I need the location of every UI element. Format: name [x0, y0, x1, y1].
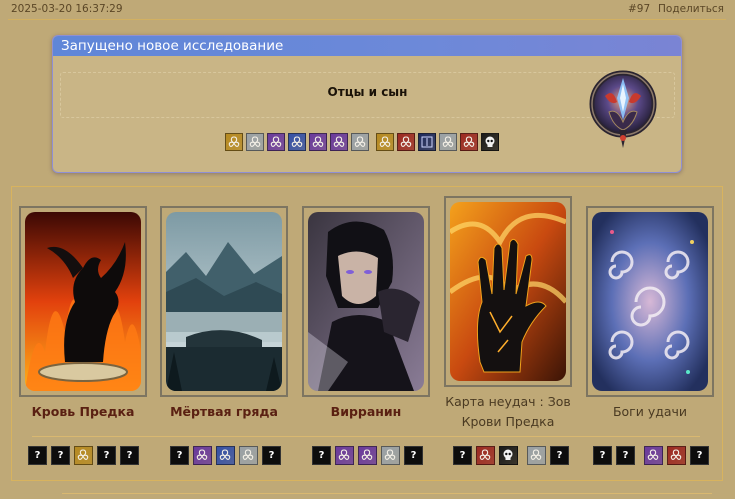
panel-title: Запущено новое исследование [53, 36, 681, 56]
silver-knot-icon[interactable] [439, 133, 457, 151]
card-icon-row: ???? [28, 446, 143, 465]
skull-icon[interactable] [499, 446, 518, 465]
black-dragon-fire-art [25, 212, 141, 391]
post-header: 2025-03-20 16:37:29 #97 Поделиться [0, 0, 735, 20]
card-image-mountains[interactable] [160, 206, 288, 397]
unknown-requirement-icon[interactable]: ? [170, 446, 189, 465]
burning-hand-art [450, 202, 566, 381]
unknown-requirement-icon[interactable]: ? [120, 446, 139, 465]
purple-knot-icon[interactable] [309, 133, 327, 151]
card-name-line1: Карта неудач : Зов [445, 394, 571, 409]
card-icon-row: ?? [312, 446, 427, 465]
unknown-requirement-icon[interactable]: ? [312, 446, 331, 465]
purple-knot-icon[interactable] [267, 133, 285, 151]
unknown-requirement-icon[interactable]: ? [453, 446, 472, 465]
post-number-link[interactable]: #97 [628, 3, 650, 15]
cards-divider [32, 436, 700, 437]
card-image-dragon[interactable] [19, 206, 147, 397]
new-research-panel: Запущено новое исследование Отцы и сын [52, 35, 682, 173]
card-image-spirals[interactable] [586, 206, 714, 397]
research-box: Отцы и сын [60, 72, 675, 118]
post-timestamp: 2025-03-20 16:37:29 [11, 3, 123, 15]
card-icon-row: ?? [170, 446, 285, 465]
blue-knot-icon[interactable] [288, 133, 306, 151]
red-knot-icon[interactable] [476, 446, 495, 465]
red-knot-icon[interactable] [460, 133, 478, 151]
red-knot-icon[interactable] [397, 133, 415, 151]
silver-knot-icon[interactable] [239, 446, 258, 465]
red-knot-icon[interactable] [667, 446, 686, 465]
silver-knot-icon[interactable] [351, 133, 369, 151]
triskelion-spirals-art [592, 212, 708, 391]
dark-blue-book-icon[interactable] [418, 133, 436, 151]
misty-mountain-lake-art [166, 212, 282, 391]
unknown-requirement-icon[interactable]: ? [404, 446, 423, 465]
blue-knot-icon[interactable] [216, 446, 235, 465]
share-link[interactable]: Поделиться [658, 3, 724, 15]
unknown-requirement-icon[interactable]: ? [51, 446, 70, 465]
card-image-burning-hand[interactable] [444, 196, 572, 387]
card-icon-row: ?? [453, 446, 573, 465]
silver-knot-icon[interactable] [527, 446, 546, 465]
purple-knot-icon[interactable] [330, 133, 348, 151]
card-name: Кровь Предка [31, 404, 135, 419]
unknown-requirement-icon[interactable]: ? [28, 446, 47, 465]
header-divider [8, 19, 726, 20]
crystal-sigil-emblem-icon [587, 68, 659, 156]
card-icon-row: ??? [593, 446, 713, 465]
purple-knot-icon[interactable] [644, 446, 663, 465]
card-name: Боги удачи [612, 404, 688, 419]
card-name: Мёртвая гряда [170, 404, 278, 419]
card-name-line2: Крови Предка [461, 414, 555, 429]
unknown-requirement-icon[interactable]: ? [262, 446, 281, 465]
silver-knot-icon[interactable] [246, 133, 264, 151]
silver-knot-icon[interactable] [381, 446, 400, 465]
unknown-requirement-icon[interactable]: ? [690, 446, 709, 465]
purple-knot-icon[interactable] [193, 446, 212, 465]
research-name: Отцы и сын [327, 85, 408, 99]
gold-knot-icon[interactable] [376, 133, 394, 151]
skull-icon[interactable] [481, 133, 499, 151]
purple-knot-icon[interactable] [335, 446, 354, 465]
card-image-portrait[interactable] [302, 206, 430, 397]
panel-icon-row [225, 133, 502, 151]
bottom-divider [62, 493, 712, 494]
unknown-requirement-icon[interactable]: ? [593, 446, 612, 465]
purple-knot-icon[interactable] [358, 446, 377, 465]
gold-knot-icon[interactable] [74, 446, 93, 465]
unknown-requirement-icon[interactable]: ? [616, 446, 635, 465]
gold-knot-icon[interactable] [225, 133, 243, 151]
unknown-requirement-icon[interactable]: ? [550, 446, 569, 465]
unknown-requirement-icon[interactable]: ? [97, 446, 116, 465]
card-name: Вирранин [330, 404, 402, 419]
dark-hero-portrait-art [308, 212, 424, 391]
